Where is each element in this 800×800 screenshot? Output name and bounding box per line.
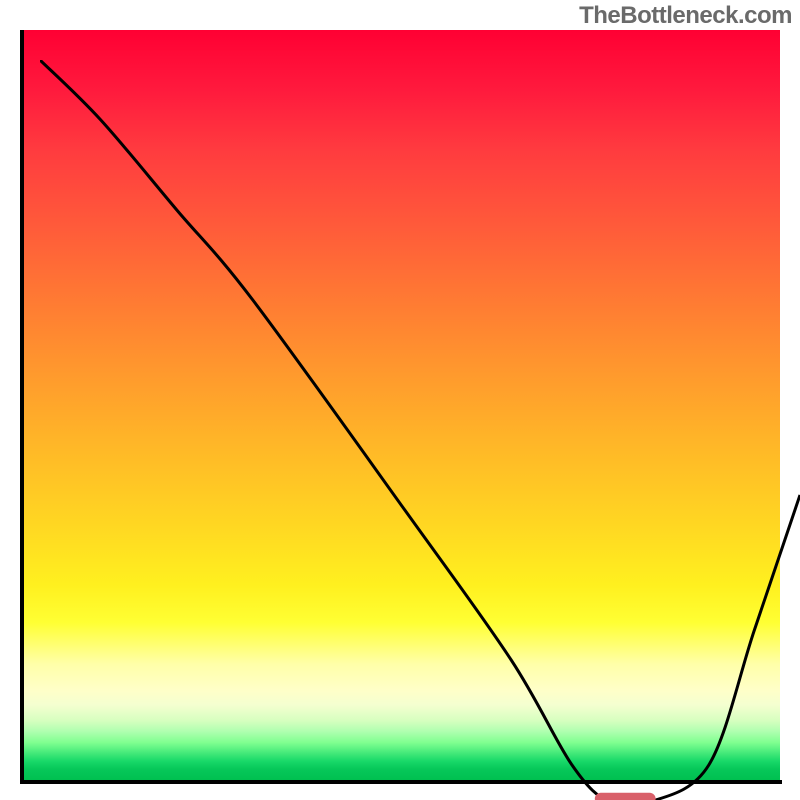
- chart-canvas: TheBottleneck.com: [0, 0, 800, 800]
- plot-area: [20, 30, 780, 780]
- y-axis-line: [20, 30, 24, 782]
- x-axis-line: [20, 780, 782, 784]
- optimal-range-marker: [595, 793, 656, 800]
- watermark-text: TheBottleneck.com: [579, 2, 792, 30]
- curve-overlay: [40, 60, 800, 800]
- bottleneck-curve: [40, 60, 800, 800]
